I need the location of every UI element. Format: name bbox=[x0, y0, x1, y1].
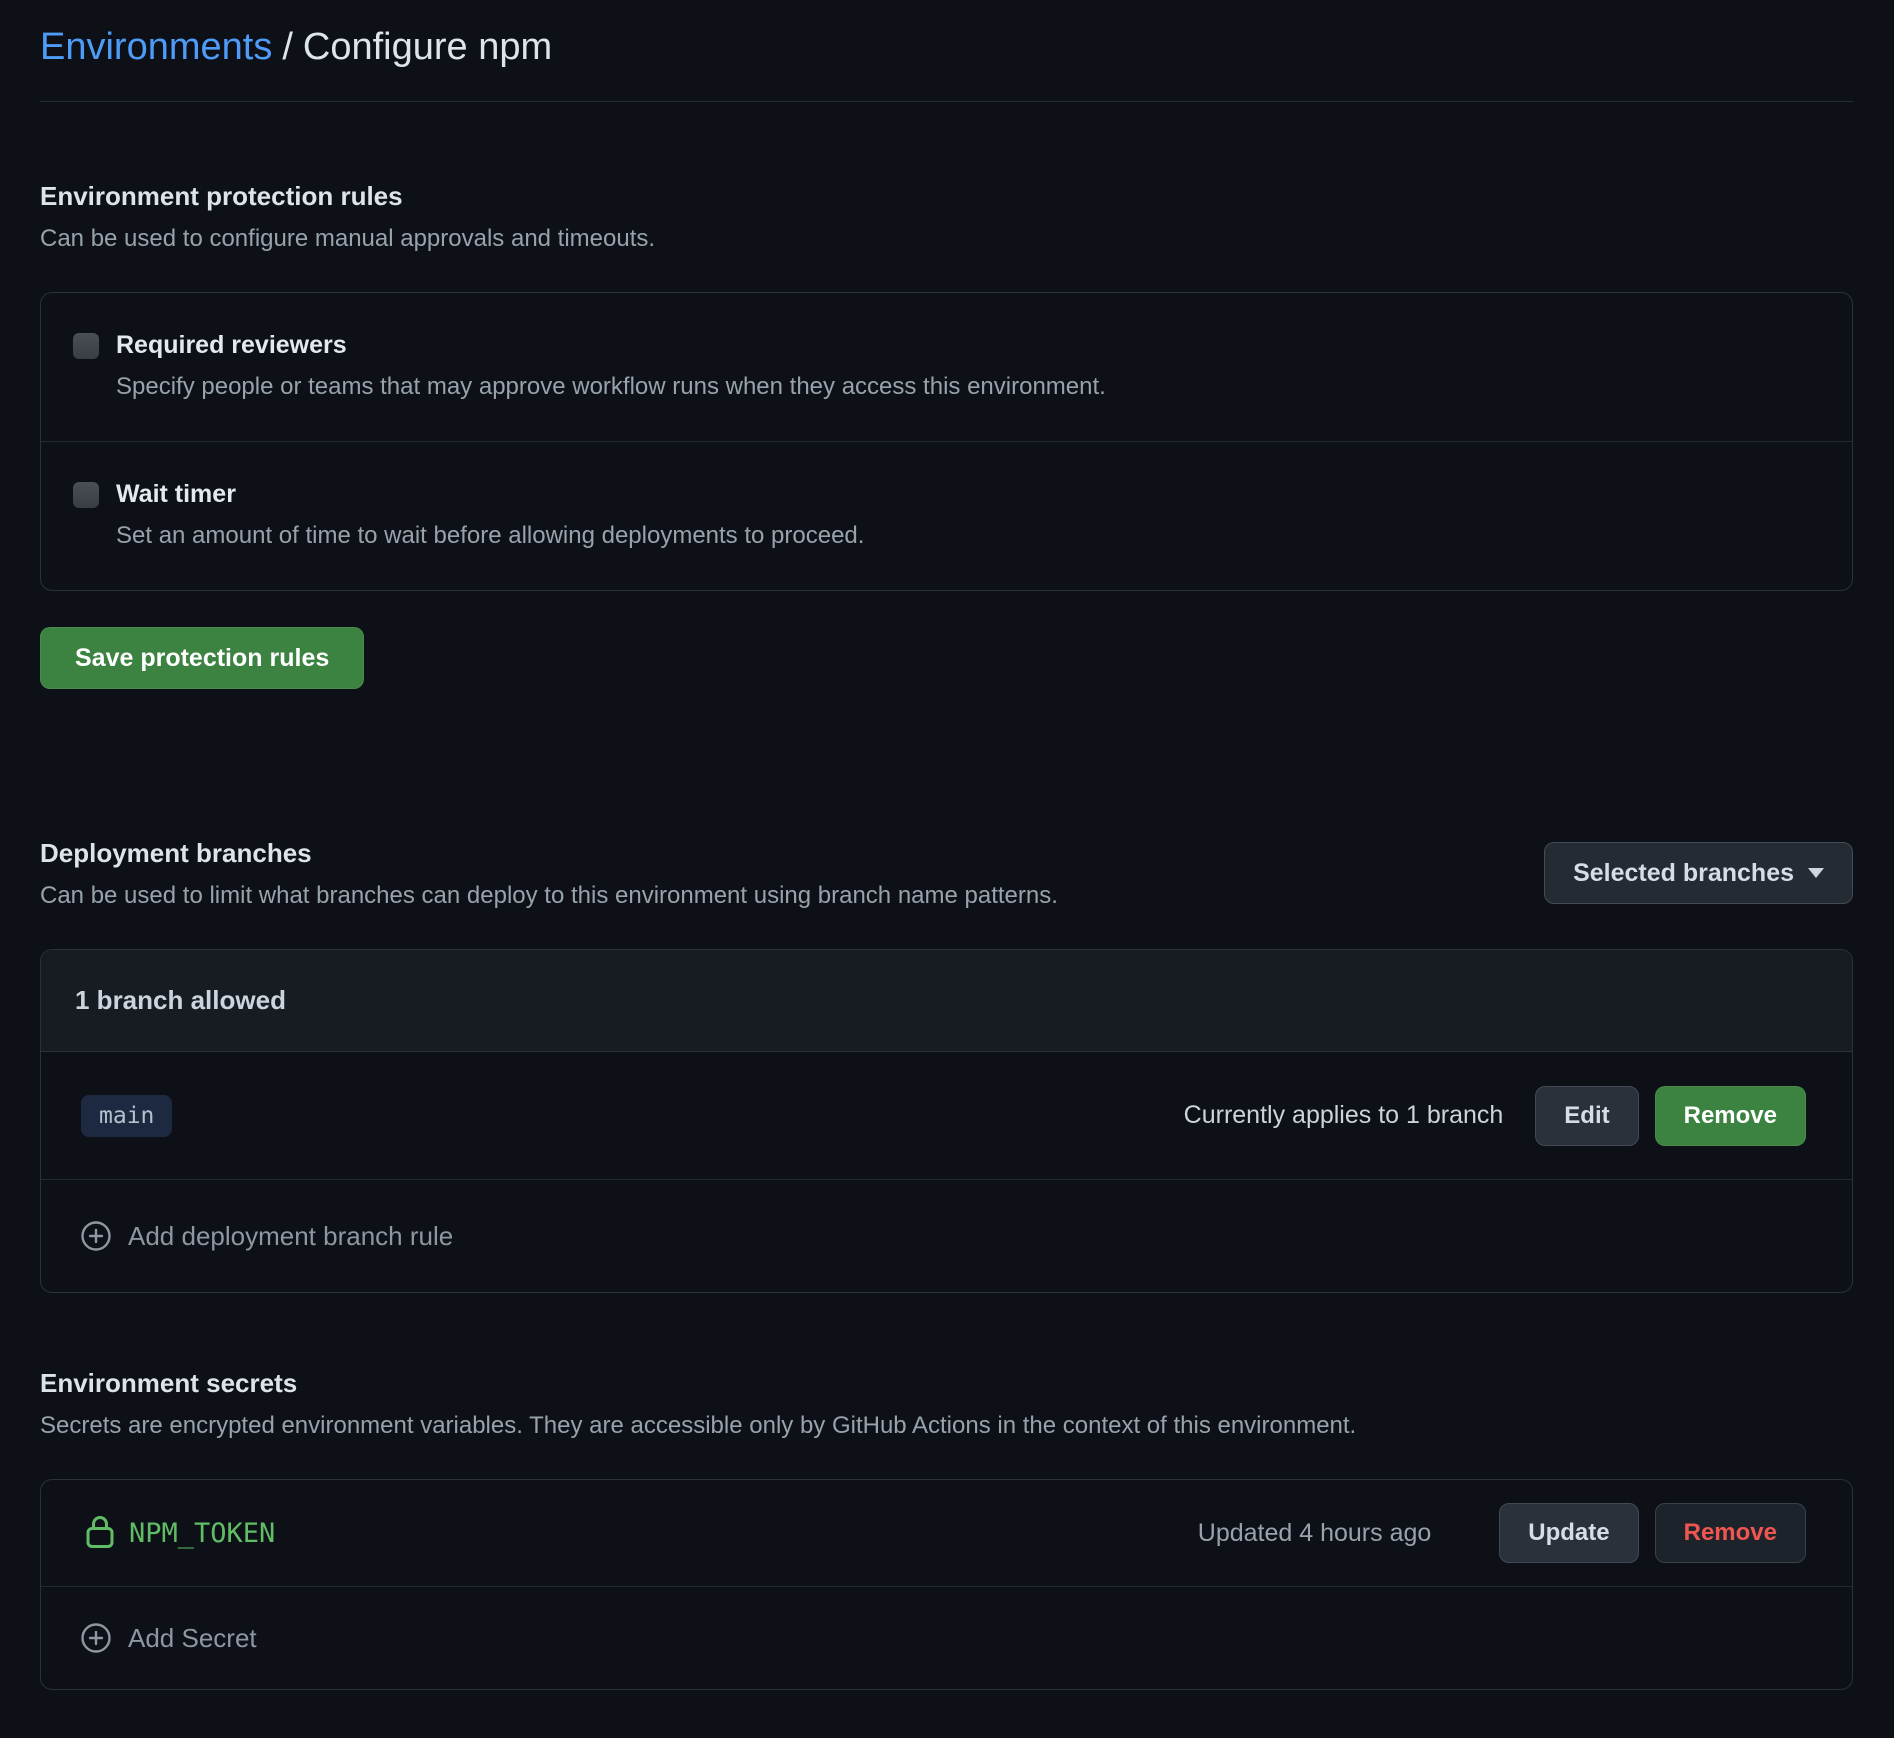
wait-timer-row: Wait timer Set an amount of time to wait… bbox=[41, 442, 1852, 590]
add-secret-button[interactable]: Add Secret bbox=[41, 1587, 1852, 1689]
edit-branch-rule-button[interactable]: Edit bbox=[1535, 1086, 1638, 1146]
secret-name: NPM_TOKEN bbox=[129, 1518, 275, 1549]
add-deployment-branch-rule-label: Add deployment branch rule bbox=[128, 1221, 453, 1252]
page-header: Environments/Configure npm bbox=[40, 0, 1853, 102]
wait-timer-label: Wait timer bbox=[116, 478, 864, 510]
branch-name-badge: main bbox=[81, 1095, 172, 1137]
lock-icon bbox=[85, 1515, 115, 1549]
breadcrumb-separator: / bbox=[282, 26, 293, 68]
branch-row-actions: Currently applies to 1 branch Edit Remov… bbox=[1184, 1086, 1806, 1146]
wait-timer-checkbox[interactable] bbox=[73, 482, 99, 508]
chevron-down-icon bbox=[1808, 868, 1824, 878]
environment-secrets-description: Secrets are encrypted environment variab… bbox=[40, 1409, 1853, 1443]
environment-secrets-heading: Environment secrets bbox=[40, 1365, 1853, 1401]
secret-row: NPM_TOKEN Updated 4 hours ago Update Rem… bbox=[41, 1480, 1852, 1587]
secret-updated-timestamp: Updated 4 hours ago bbox=[1198, 1519, 1432, 1548]
deployment-branches-text: Deployment branches Can be used to limit… bbox=[40, 835, 1058, 913]
remove-branch-rule-button[interactable]: Remove bbox=[1655, 1086, 1806, 1146]
environment-secrets-box: NPM_TOKEN Updated 4 hours ago Update Rem… bbox=[40, 1479, 1853, 1690]
section-protection-rules: Environment protection rules Can be used… bbox=[40, 178, 1853, 256]
save-protection-rules-button[interactable]: Save protection rules bbox=[40, 627, 364, 689]
deployment-branches-box: 1 branch allowed main Currently applies … bbox=[40, 949, 1853, 1293]
add-deployment-branch-rule-button[interactable]: Add deployment branch rule bbox=[41, 1180, 1852, 1292]
protection-rules-description: Can be used to configure manual approval… bbox=[40, 222, 1853, 256]
wait-timer-description: Set an amount of time to wait before all… bbox=[116, 520, 864, 552]
branch-rule-row: main Currently applies to 1 branch Edit … bbox=[41, 1052, 1852, 1180]
breadcrumb: Environments/Configure npm bbox=[40, 22, 1853, 72]
update-secret-button[interactable]: Update bbox=[1499, 1503, 1638, 1563]
wait-timer-text: Wait timer Set an amount of time to wait… bbox=[116, 478, 864, 552]
deployment-branches-description: Can be used to limit what branches can d… bbox=[40, 879, 1058, 913]
required-reviewers-row: Required reviewers Specify people or tea… bbox=[41, 293, 1852, 442]
protection-rules-heading: Environment protection rules bbox=[40, 178, 1853, 214]
add-secret-label: Add Secret bbox=[128, 1623, 257, 1654]
secret-row-actions: Updated 4 hours ago Update Remove bbox=[1198, 1503, 1806, 1563]
selected-branches-dropdown[interactable]: Selected branches bbox=[1544, 842, 1853, 904]
section-environment-secrets: Environment secrets Secrets are encrypte… bbox=[40, 1365, 1853, 1443]
required-reviewers-text: Required reviewers Specify people or tea… bbox=[116, 329, 1106, 403]
required-reviewers-label: Required reviewers bbox=[116, 329, 1106, 361]
branch-applies-status: Currently applies to 1 branch bbox=[1184, 1101, 1504, 1130]
plus-circle-icon bbox=[81, 1623, 111, 1653]
breadcrumb-environments-link[interactable]: Environments bbox=[40, 26, 272, 68]
remove-secret-button[interactable]: Remove bbox=[1655, 1503, 1806, 1563]
protection-rules-box: Required reviewers Specify people or tea… bbox=[40, 292, 1853, 591]
required-reviewers-checkbox[interactable] bbox=[73, 333, 99, 359]
branch-list-header: 1 branch allowed bbox=[41, 950, 1852, 1052]
page-title: Configure npm bbox=[303, 26, 552, 68]
selected-branches-label: Selected branches bbox=[1573, 861, 1794, 886]
environment-settings-page: Environments/Configure npm Environment p… bbox=[0, 0, 1894, 1730]
required-reviewers-description: Specify people or teams that may approve… bbox=[116, 371, 1106, 403]
section-deployment-branches: Deployment branches Can be used to limit… bbox=[40, 835, 1853, 913]
deployment-branches-heading: Deployment branches bbox=[40, 835, 1058, 871]
plus-circle-icon bbox=[81, 1221, 111, 1251]
